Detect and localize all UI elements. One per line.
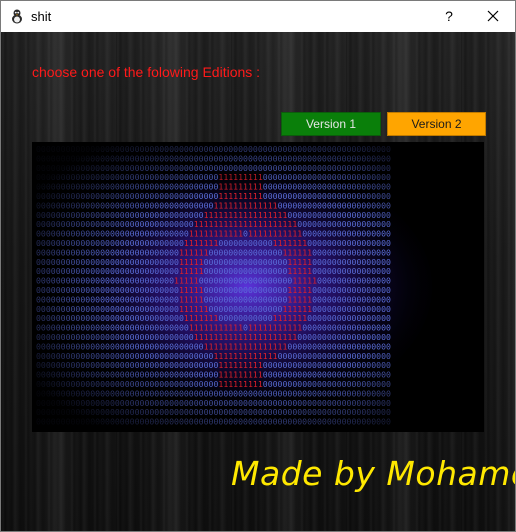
version-2-button[interactable]: Version 2 bbox=[387, 112, 486, 136]
binary-logo-image: 0000000000000000000000000000000000000000… bbox=[32, 142, 484, 432]
app-icon bbox=[9, 8, 25, 24]
title-bar[interactable]: shit ? bbox=[1, 1, 515, 32]
wood-background: choose one of the folowing Editions : Ve… bbox=[1, 32, 515, 531]
help-icon[interactable]: ? bbox=[437, 5, 461, 27]
version-1-button[interactable]: Version 1 bbox=[281, 112, 381, 136]
author-credit: Made by Mohamed bbox=[231, 454, 515, 493]
close-icon[interactable] bbox=[471, 1, 515, 32]
window-title: shit bbox=[31, 9, 52, 24]
edition-prompt: choose one of the folowing Editions : bbox=[32, 64, 261, 80]
binary-art: 0000000000000000000000000000000000000000… bbox=[32, 142, 484, 432]
dialog-window: shit ? choose one of the folowing Editio… bbox=[0, 0, 516, 532]
